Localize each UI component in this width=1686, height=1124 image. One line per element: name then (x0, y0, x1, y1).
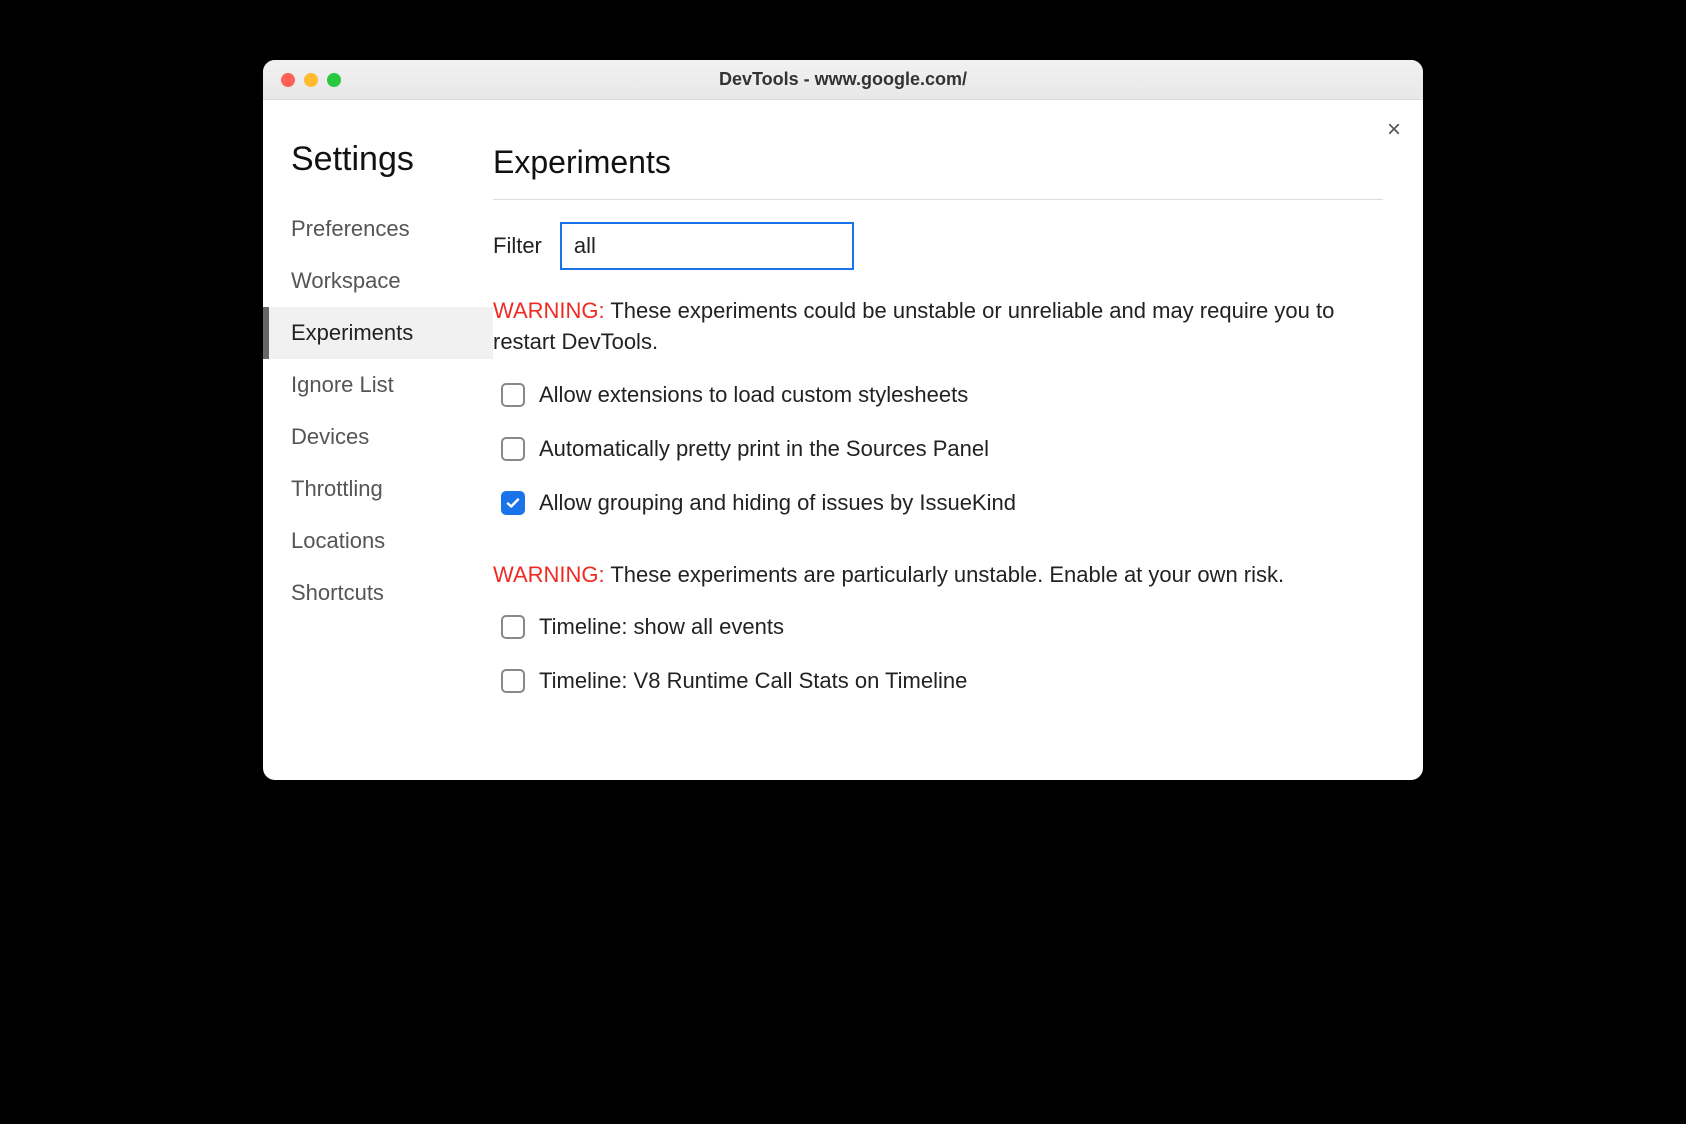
warning-body: These experiments are particularly unsta… (605, 562, 1285, 587)
window-minimize-button[interactable] (304, 73, 318, 87)
sidebar-item-preferences[interactable]: Preferences (263, 203, 493, 255)
experiment-row: Automatically pretty print in the Source… (493, 436, 1383, 462)
experiment-label: Timeline: show all events (539, 614, 784, 640)
divider (493, 199, 1383, 200)
experiment-row: Allow grouping and hiding of issues by I… (493, 490, 1383, 516)
devtools-window: DevTools - www.google.com/ × Settings Pr… (263, 60, 1423, 780)
window-titlebar: DevTools - www.google.com/ (263, 60, 1423, 100)
filter-row: Filter (493, 222, 1383, 270)
warning-body: These experiments could be unstable or u… (493, 298, 1334, 354)
sidebar-item-locations[interactable]: Locations (263, 515, 493, 567)
window-title: DevTools - www.google.com/ (263, 69, 1423, 90)
page-title: Experiments (493, 144, 1383, 181)
sidebar-item-devices[interactable]: Devices (263, 411, 493, 463)
sidebar-item-label: Preferences (291, 216, 410, 242)
settings-sidebar: Settings Preferences Workspace Experimen… (263, 100, 493, 740)
experiment-label: Timeline: V8 Runtime Call Stats on Timel… (539, 668, 967, 694)
experiment-label: Allow extensions to load custom styleshe… (539, 382, 968, 408)
sidebar-item-label: Experiments (291, 320, 413, 346)
check-icon (505, 495, 521, 511)
warning-text: WARNING: These experiments are particula… (493, 560, 1383, 591)
warning-label: WARNING: (493, 298, 605, 323)
experiment-checkbox[interactable] (501, 437, 525, 461)
experiment-checkbox[interactable] (501, 615, 525, 639)
experiment-checkbox[interactable] (501, 383, 525, 407)
filter-input[interactable] (560, 222, 854, 270)
sidebar-item-workspace[interactable]: Workspace (263, 255, 493, 307)
sidebar-item-label: Locations (291, 528, 385, 554)
sidebar-item-shortcuts[interactable]: Shortcuts (263, 567, 493, 619)
experiment-label: Automatically pretty print in the Source… (539, 436, 989, 462)
experiment-checkbox[interactable] (501, 491, 525, 515)
traffic-lights (263, 73, 341, 87)
content-area: × Settings Preferences Workspace Experim… (263, 100, 1423, 780)
sidebar-item-label: Ignore List (291, 372, 394, 398)
experiment-row: Allow extensions to load custom styleshe… (493, 382, 1383, 408)
sidebar-item-experiments[interactable]: Experiments (263, 307, 493, 359)
filter-label: Filter (493, 233, 542, 259)
window-zoom-button[interactable] (327, 73, 341, 87)
warning-text: WARNING: These experiments could be unst… (493, 296, 1383, 358)
warning-label: WARNING: (493, 562, 605, 587)
close-icon[interactable]: × (1387, 118, 1401, 142)
sidebar-heading: Settings (263, 140, 493, 179)
sidebar-item-label: Throttling (291, 476, 383, 502)
sidebar-item-throttling[interactable]: Throttling (263, 463, 493, 515)
experiment-checkbox[interactable] (501, 669, 525, 693)
window-close-button[interactable] (281, 73, 295, 87)
experiment-row: Timeline: V8 Runtime Call Stats on Timel… (493, 668, 1383, 694)
sidebar-item-label: Workspace (291, 268, 401, 294)
sidebar-item-ignore-list[interactable]: Ignore List (263, 359, 493, 411)
experiment-label: Allow grouping and hiding of issues by I… (539, 490, 1016, 516)
experiment-row: Timeline: show all events (493, 614, 1383, 640)
sidebar-item-label: Shortcuts (291, 580, 384, 606)
main-panel: Experiments Filter WARNING: These experi… (493, 100, 1423, 740)
sidebar-item-label: Devices (291, 424, 369, 450)
